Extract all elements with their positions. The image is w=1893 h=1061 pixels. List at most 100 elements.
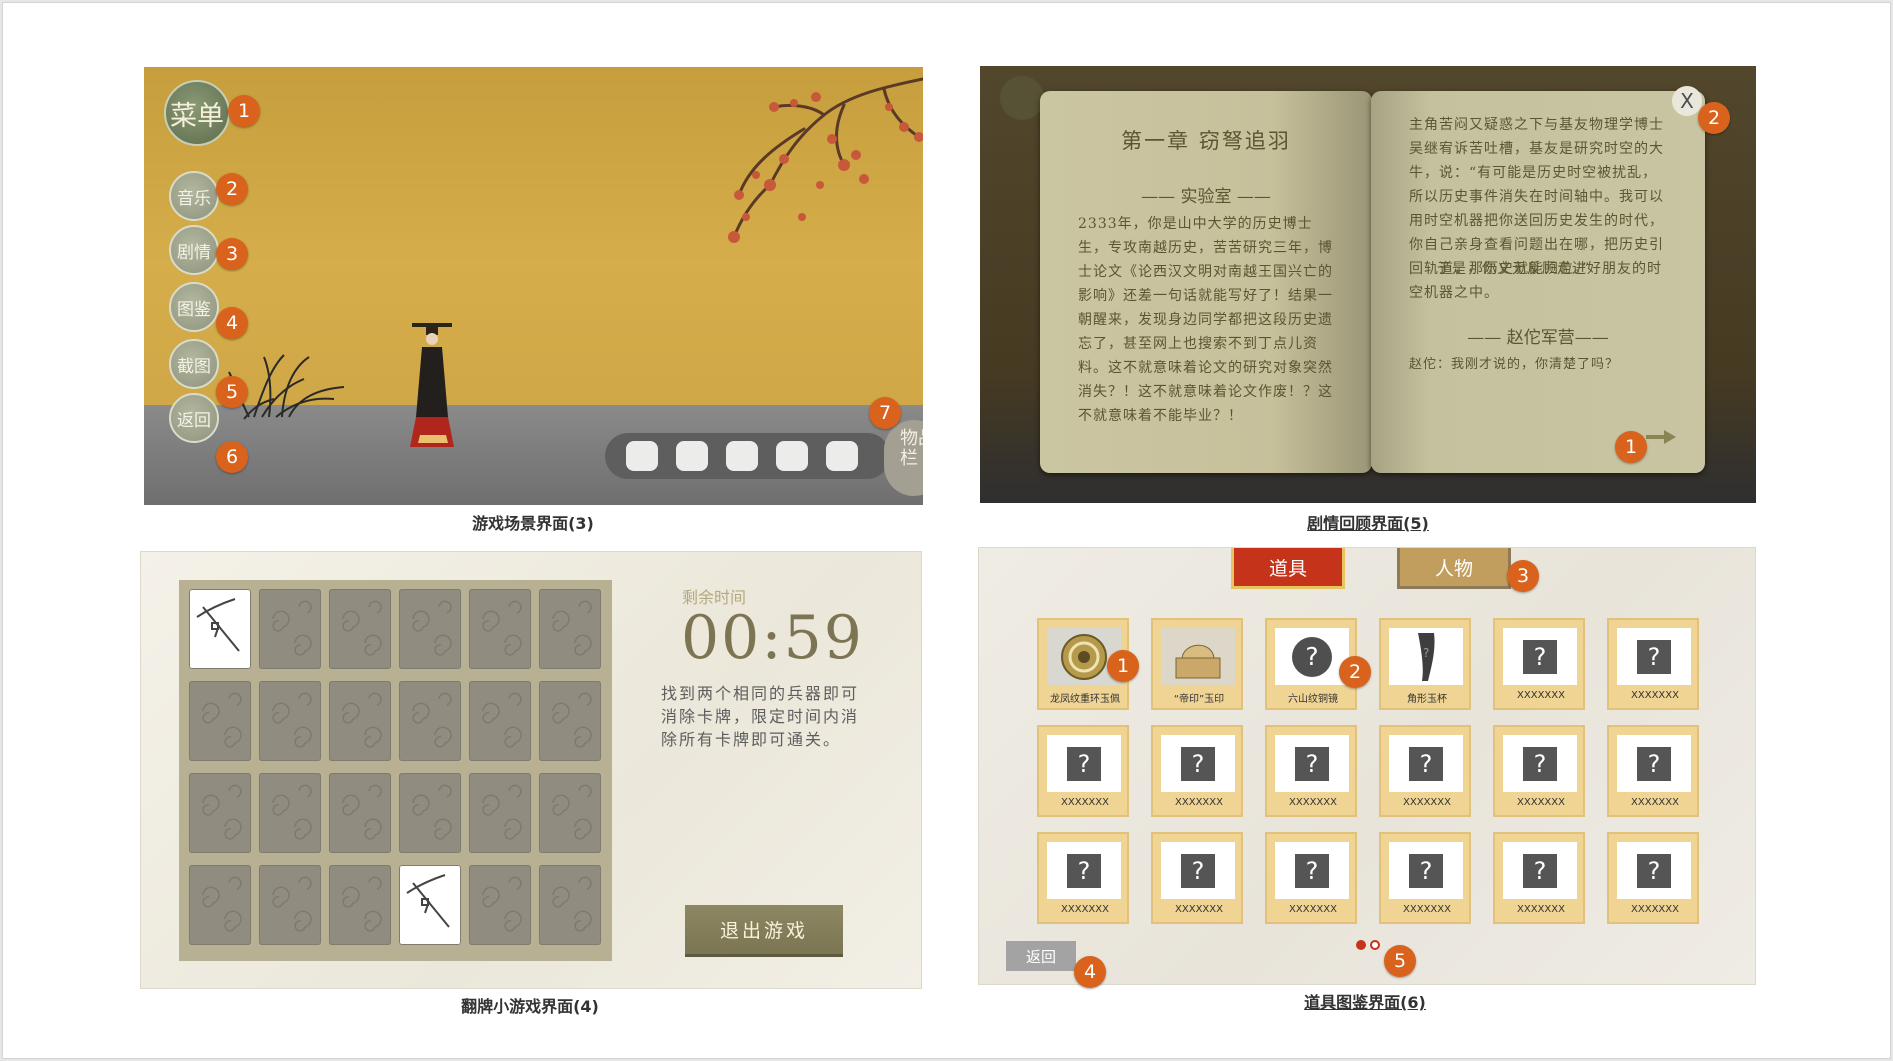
close-button[interactable]: X	[1672, 86, 1702, 116]
cloud-pattern-icon	[552, 784, 592, 840]
card-face-down[interactable]	[259, 773, 321, 853]
inventory-slot[interactable]	[626, 441, 658, 471]
unknown-item-icon: ?	[1275, 842, 1349, 899]
unknown-item-icon: ?	[1047, 842, 1121, 899]
card-face-down[interactable]	[469, 589, 531, 669]
unknown-item-icon: ?	[1503, 842, 1577, 899]
story-button[interactable]: 剧情	[169, 225, 219, 275]
card-face-down[interactable]	[329, 681, 391, 761]
card-face-down[interactable]	[259, 865, 321, 945]
collection-item[interactable]: ? XXXXXXX	[1151, 725, 1243, 817]
cloud-pattern-icon	[202, 784, 242, 840]
design-sheet: 菜单 音乐 剧情 图鉴 截图 返回 物品栏 1 2 3 4 5 6 7 游戏场景…	[2, 2, 1891, 1059]
annotation-badge: 2	[1339, 656, 1371, 688]
card-face-down[interactable]	[189, 681, 251, 761]
item-name: XXXXXXX	[1289, 797, 1337, 808]
collection-item[interactable]: ? XXXXXXX	[1607, 832, 1699, 924]
annotation-badge: 1	[1107, 650, 1139, 682]
cloud-pattern-icon	[342, 876, 382, 932]
card-face-down[interactable]	[329, 589, 391, 669]
annotation-badge: 1	[228, 95, 260, 127]
back-button[interactable]: 返回	[1006, 941, 1076, 971]
card-face-down[interactable]	[329, 773, 391, 853]
collection-item[interactable]: ? XXXXXXX	[1493, 725, 1585, 817]
inventory-slot[interactable]	[726, 441, 758, 471]
collection-item[interactable]: ? XXXXXXX	[1607, 618, 1699, 710]
annotation-badge: 3	[1507, 560, 1539, 592]
chapter-title: 第一章 窃弩追羽	[1121, 129, 1291, 153]
collection-item[interactable]: ? XXXXXXX	[1037, 832, 1129, 924]
inventory-bar	[605, 433, 890, 479]
quit-game-button[interactable]: 退出游戏	[685, 905, 843, 957]
card-face-up[interactable]	[189, 589, 251, 669]
card-face-down[interactable]	[259, 589, 321, 669]
item-name: XXXXXXX	[1631, 797, 1679, 808]
collection-item[interactable]: ? XXXXXXX	[1379, 832, 1471, 924]
item-name: XXXXXXX	[1403, 797, 1451, 808]
collection-item[interactable]: ? XXXXXXX	[1493, 832, 1585, 924]
cloud-pattern-icon	[202, 692, 242, 748]
cloud-pattern-icon	[482, 784, 522, 840]
inventory-slot[interactable]	[826, 441, 858, 471]
cloud-pattern-icon	[342, 784, 382, 840]
collection-item[interactable]: ? XXXXXXX	[1607, 725, 1699, 817]
page-indicator[interactable]	[1370, 940, 1380, 950]
cloud-pattern-icon	[342, 600, 382, 656]
annotation-badge: 1	[1615, 431, 1647, 463]
item-collection-screen: 道具 人物 龙凤纹重环玉佩 “帝印”玉印? 六山纹铜镜? 角形玉杯? XXXXXXX? X…	[978, 547, 1756, 985]
card-face-down[interactable]	[259, 681, 321, 761]
card-face-down[interactable]	[539, 773, 601, 853]
card-face-down[interactable]	[399, 589, 461, 669]
card-face-down[interactable]	[539, 589, 601, 669]
unknown-item-icon: ?	[1617, 628, 1691, 685]
screenshot-button[interactable]: 截图	[169, 339, 219, 389]
collection-item[interactable]: “帝印”玉印	[1151, 618, 1243, 710]
item-name: 角形玉杯	[1407, 694, 1447, 705]
card-face-down[interactable]	[469, 865, 531, 945]
unknown-item-icon: ?	[1161, 735, 1235, 792]
collection-item[interactable]: ? XXXXXXX	[1493, 618, 1585, 710]
menu-button[interactable]: 菜单	[164, 80, 230, 146]
jade-seal-icon	[1161, 628, 1235, 685]
card-face-down[interactable]	[539, 681, 601, 761]
inventory-toggle-button[interactable]: 物品栏	[884, 420, 923, 496]
card-face-down[interactable]	[399, 773, 461, 853]
music-button[interactable]: 音乐	[169, 171, 219, 221]
back-button[interactable]: 返回	[169, 393, 219, 443]
collection-item[interactable]: ? XXXXXXX	[1151, 832, 1243, 924]
unknown-item-icon: ?	[1389, 842, 1463, 899]
card-face-down[interactable]	[539, 865, 601, 945]
card-face-down[interactable]	[189, 865, 251, 945]
panel-caption: 道具图鉴界面(6)	[1304, 993, 1426, 1012]
inventory-slot[interactable]	[776, 441, 808, 471]
card-face-down[interactable]	[399, 681, 461, 761]
panel-caption: 剧情回顾界面(5)	[1307, 514, 1429, 533]
card-face-down[interactable]	[189, 773, 251, 853]
cloud-pattern-icon	[272, 784, 312, 840]
tab-items[interactable]: 道具	[1231, 548, 1345, 589]
card-face-down[interactable]	[329, 865, 391, 945]
card-face-down[interactable]	[469, 681, 531, 761]
cloud-pattern-icon	[552, 876, 592, 932]
collection-item[interactable]: ? XXXXXXX	[1265, 725, 1357, 817]
dialogue-text: 赵佗：我刚才说的，你清楚了吗？	[1409, 357, 1620, 372]
card-face-up[interactable]	[399, 865, 461, 945]
page-indicator-active[interactable]	[1356, 940, 1366, 950]
game-scene-screen: 菜单 音乐 剧情 图鉴 截图 返回 物品栏	[144, 67, 923, 505]
svg-text:?: ?	[1423, 646, 1429, 660]
unknown-item-icon: ?	[1617, 842, 1691, 899]
cloud-pattern-icon	[272, 692, 312, 748]
collection-item[interactable]: ? 角形玉杯	[1379, 618, 1471, 710]
card-face-down[interactable]	[469, 773, 531, 853]
card-board	[179, 580, 612, 961]
annotation-badge: 5	[216, 376, 248, 408]
collection-button[interactable]: 图鉴	[169, 282, 219, 332]
dimmed-menu-button	[1000, 76, 1044, 120]
tab-characters[interactable]: 人物	[1397, 548, 1511, 589]
next-arrow-icon[interactable]	[1646, 430, 1676, 444]
collection-item[interactable]: ? XXXXXXX	[1037, 725, 1129, 817]
collection-item[interactable]: ? XXXXXXX	[1379, 725, 1471, 817]
collection-item[interactable]: ? XXXXXXX	[1265, 832, 1357, 924]
item-name: XXXXXXX	[1175, 904, 1223, 915]
inventory-slot[interactable]	[676, 441, 708, 471]
